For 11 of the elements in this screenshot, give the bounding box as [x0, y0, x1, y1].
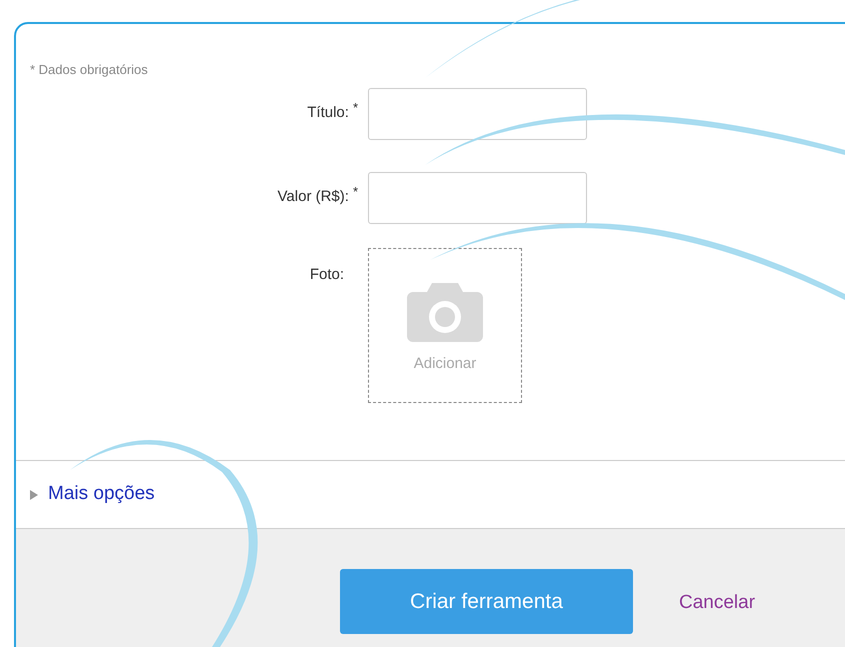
required-mark: * — [352, 98, 358, 116]
more-options-link[interactable]: Mais opções — [48, 480, 155, 509]
required-note: * Dados obrigatórios — [30, 61, 148, 79]
field-label: Valor (R$): — [278, 186, 349, 206]
field-label: Título: — [307, 102, 349, 122]
input-field[interactable] — [368, 88, 587, 140]
photo-label: Foto: — [310, 264, 344, 284]
input-field[interactable] — [368, 172, 587, 224]
cancel-link[interactable]: Cancelar — [679, 589, 756, 618]
create-tool-button[interactable]: Criar ferramenta — [340, 569, 633, 634]
required-mark: * — [352, 182, 358, 200]
